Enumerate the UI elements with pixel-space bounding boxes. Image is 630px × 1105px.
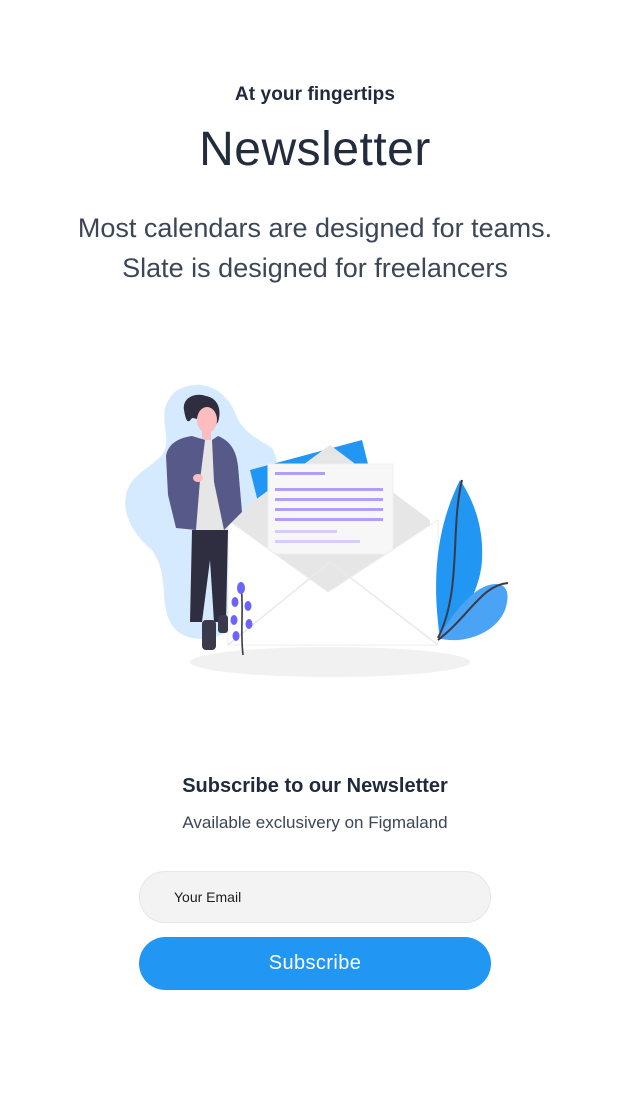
plant-leaf (232, 631, 240, 641)
person-shoe (218, 615, 228, 633)
plant-leaf (231, 597, 239, 607)
page-title: Newsletter (199, 123, 431, 176)
letter-line (275, 518, 383, 521)
letter-line (275, 472, 325, 475)
subscribe-button[interactable]: Subscribe (139, 937, 491, 990)
letter-line (275, 540, 360, 543)
person-neck (202, 430, 211, 440)
ground-shadow (190, 647, 470, 677)
subtitle-line-1: Most calendars are designed for teams. (77, 213, 553, 243)
person-hand (193, 474, 203, 482)
plant-leaf (244, 601, 252, 611)
subtitle-line-2: Slate is designed for freelancers (122, 253, 508, 283)
email-field[interactable] (139, 871, 491, 923)
plant-leaf (230, 615, 238, 625)
plant-leaf (237, 582, 245, 594)
plant-leaf (245, 619, 253, 629)
newsletter-illustration (125, 384, 509, 677)
person-face (197, 407, 217, 433)
eyebrow-text: At your fingertips (234, 84, 396, 105)
letter-line (275, 530, 337, 533)
page-subtitle: Most calendars are designed for teams. S… (20, 208, 610, 288)
letter-line (275, 498, 383, 501)
person-shoe (202, 620, 216, 650)
letter-line (275, 488, 383, 491)
subscribe-caption: Available exclusivery on Figmaland (182, 813, 448, 832)
subscribe-heading: Subscribe to our Newsletter (182, 775, 448, 797)
letter-line (275, 508, 383, 511)
